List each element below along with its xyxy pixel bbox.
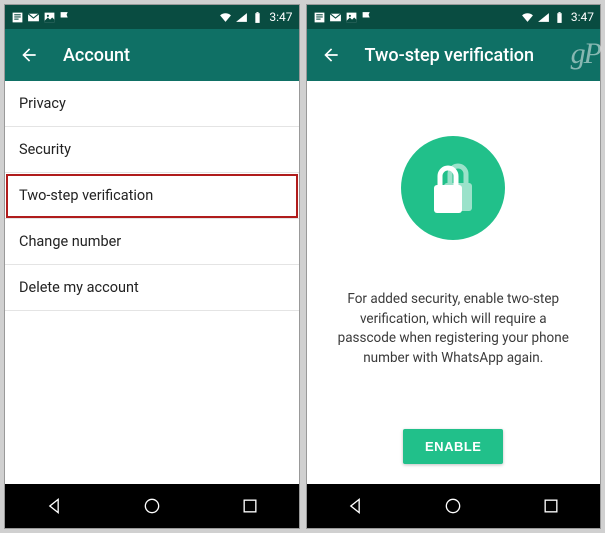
phone-left: 3:47 Account Privacy Security Two-step v… [4,4,300,529]
flag-icon [59,11,72,24]
status-right-icons: 3:47 [219,10,292,24]
battery-icon [251,11,264,24]
nav-home-icon[interactable] [443,496,463,516]
status-time: 3:47 [269,10,292,24]
signal-icon [235,11,248,24]
list-label: Change number [19,233,121,250]
enable-button[interactable]: ENABLE [403,429,503,464]
mail-icon [329,11,342,24]
app-bar: Two-step verification gP [307,29,601,81]
nav-recent-icon[interactable] [240,496,260,516]
list-label: Security [19,141,71,158]
list-label: Privacy [19,95,66,112]
notification-icon [313,11,326,24]
wifi-icon [219,11,232,24]
nav-bar [307,484,601,528]
page-title: Account [63,45,130,66]
notification-icon [11,11,24,24]
list-item-privacy[interactable]: Privacy [5,81,299,127]
lock-icon [428,159,478,217]
verify-description: For added security, enable two-step veri… [307,290,601,368]
flag-icon [361,11,374,24]
status-time: 3:47 [571,10,594,24]
watermark: gP [571,37,600,71]
back-icon[interactable] [321,45,341,65]
status-left-icons [11,11,72,24]
nav-bar [5,484,299,528]
list-item-security[interactable]: Security [5,127,299,173]
image-icon [43,11,56,24]
nav-home-icon[interactable] [142,496,162,516]
back-icon[interactable] [19,45,39,65]
verify-content: For added security, enable two-step veri… [307,81,601,484]
signal-icon [537,11,550,24]
nav-back-icon[interactable] [44,496,64,516]
list-item-two-step-verification[interactable]: Two-step verification [5,173,299,219]
list-item-change-number[interactable]: Change number [5,219,299,265]
lock-icon-circle [401,136,505,240]
status-left-icons [313,11,374,24]
status-bar: 3:47 [307,5,601,29]
status-right-icons: 3:47 [521,10,594,24]
mail-icon [27,11,40,24]
list-label: Delete my account [19,279,139,296]
image-icon [345,11,358,24]
list-label: Two-step verification [19,187,153,204]
account-list: Privacy Security Two-step verification C… [5,81,299,484]
nav-recent-icon[interactable] [541,496,561,516]
page-title: Two-step verification [365,45,535,66]
list-item-delete-account[interactable]: Delete my account [5,265,299,311]
app-bar: Account [5,29,299,81]
status-bar: 3:47 [5,5,299,29]
wifi-icon [521,11,534,24]
nav-back-icon[interactable] [345,496,365,516]
phone-right: 3:47 Two-step verification gP For added … [306,4,602,529]
battery-icon [553,11,566,24]
